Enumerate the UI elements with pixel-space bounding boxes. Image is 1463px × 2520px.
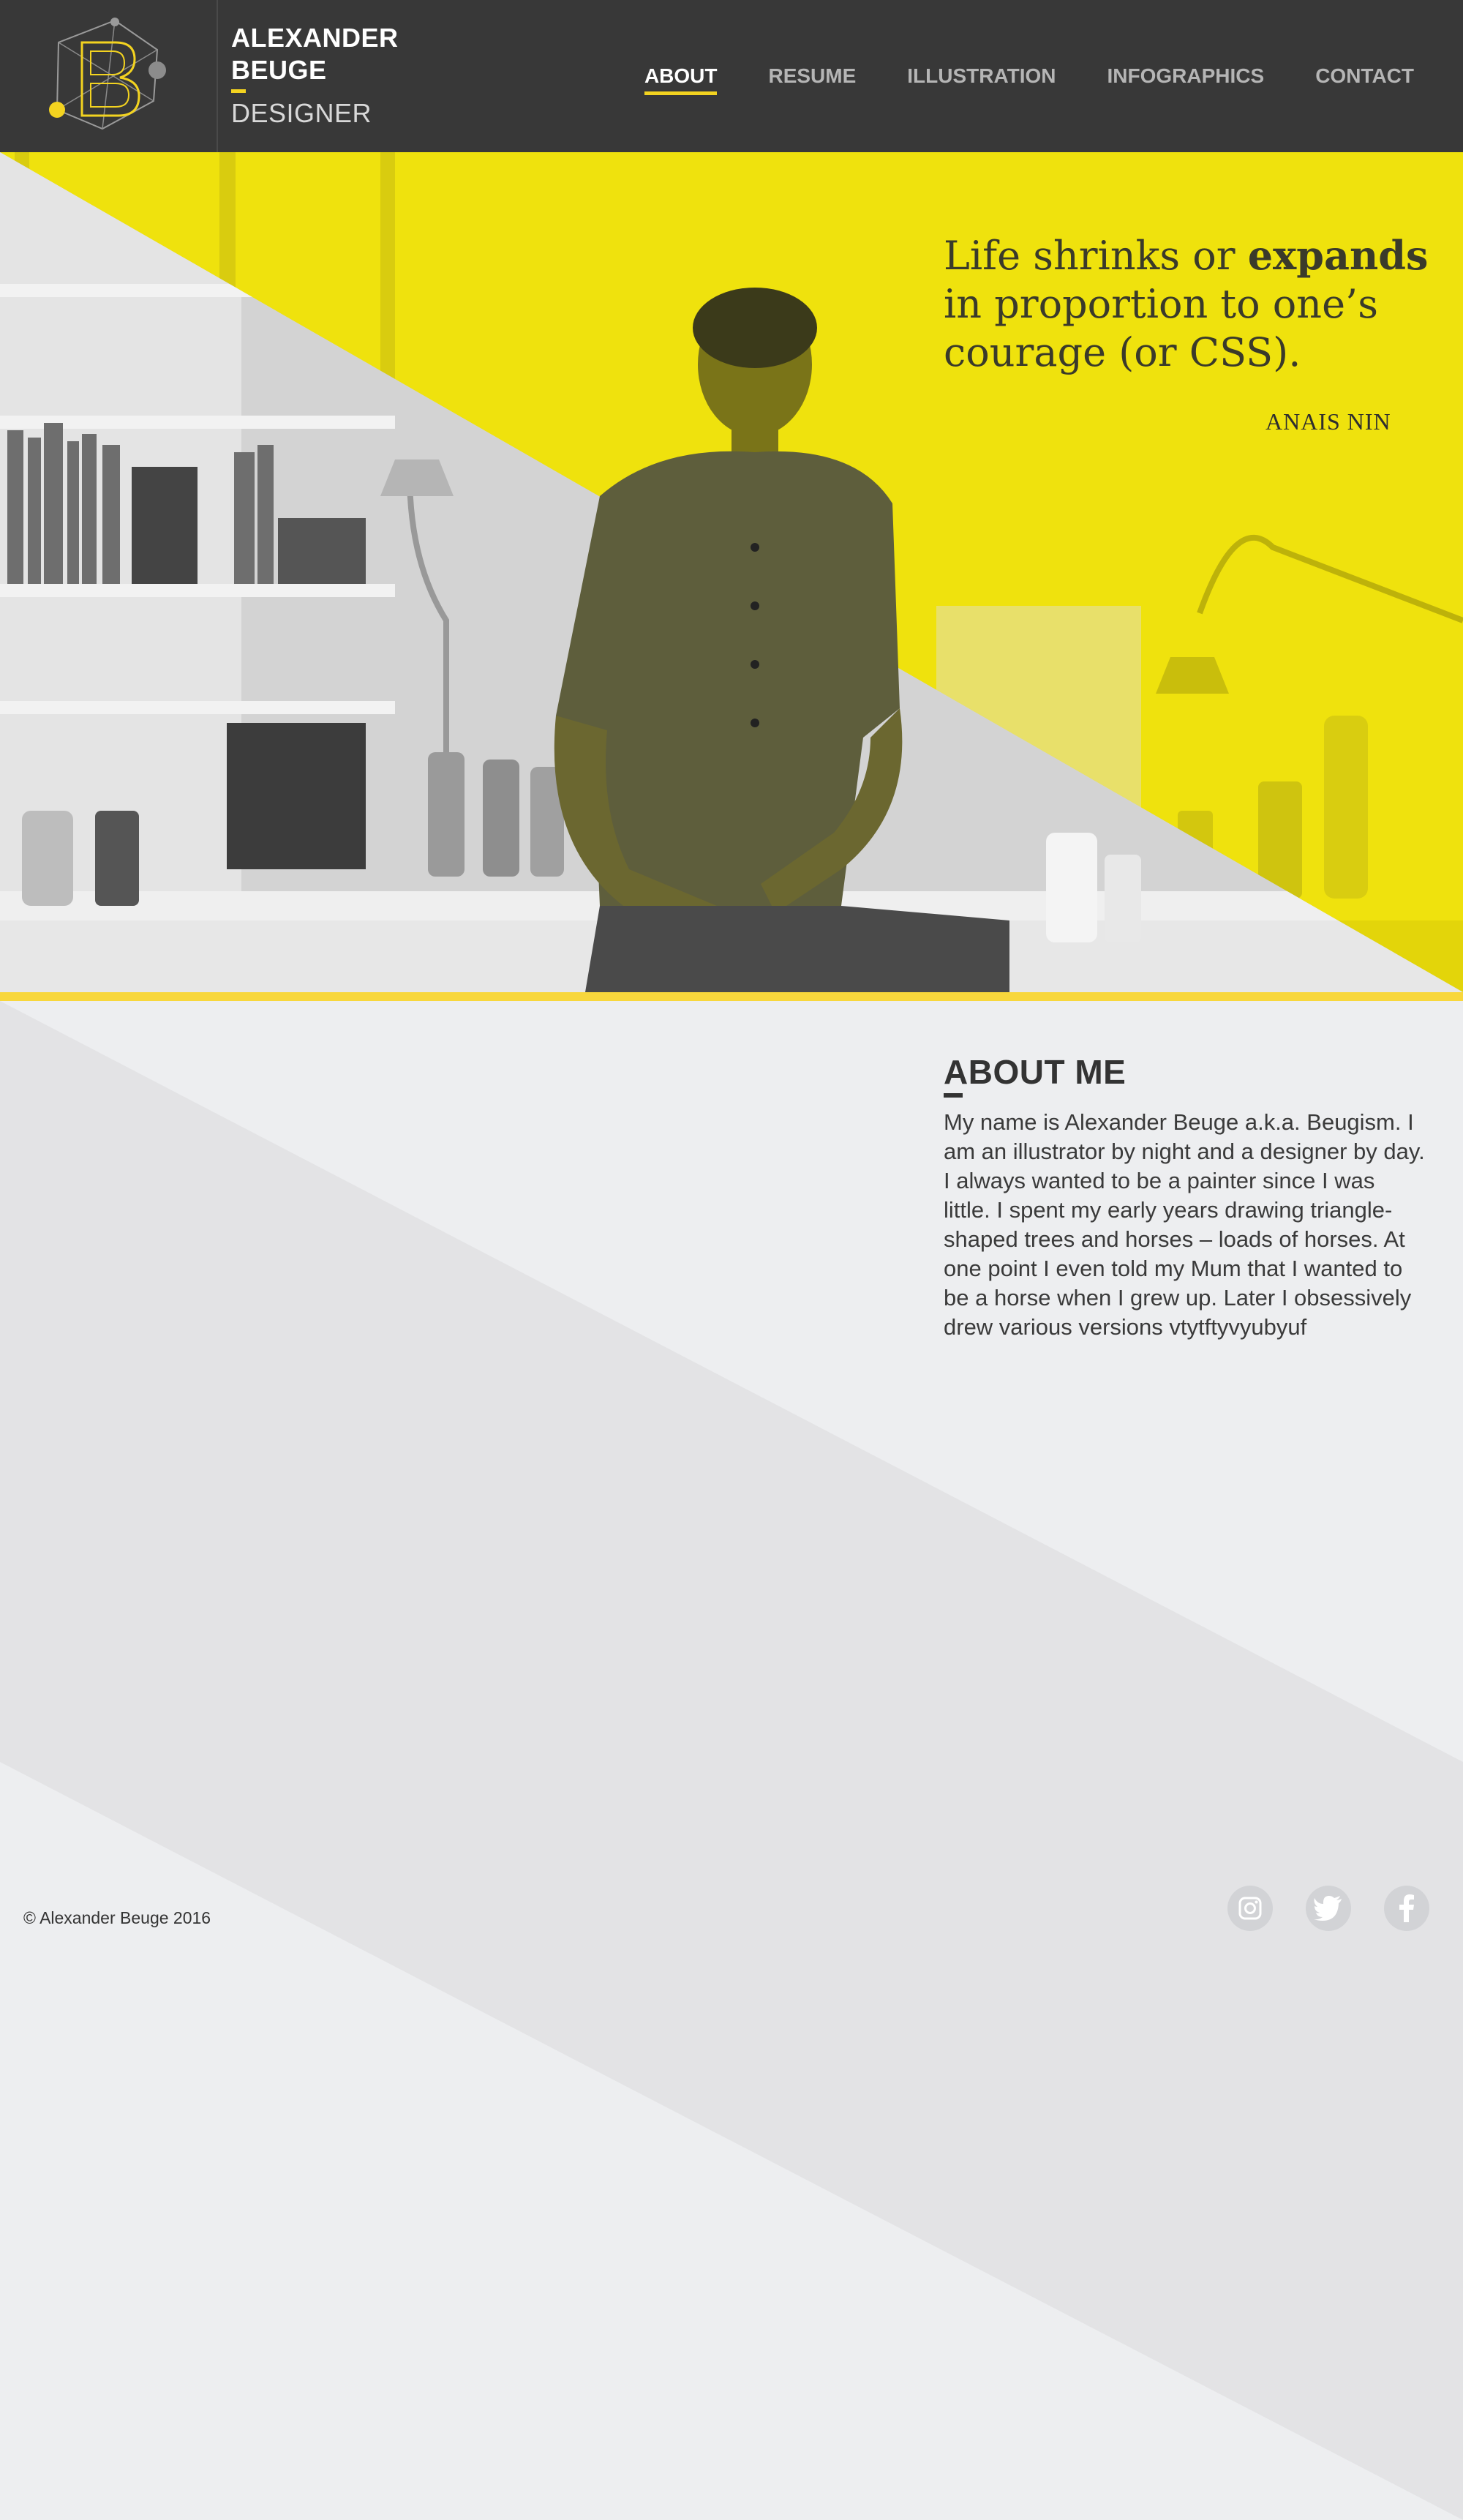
- quote-text-part2: in proportion to one’s courage (or CSS).: [944, 281, 1378, 375]
- quote-author: ANAIS NIN: [1265, 408, 1391, 435]
- nav-resume[interactable]: RESUME: [768, 64, 856, 88]
- nav-contact[interactable]: CONTACT: [1315, 64, 1414, 88]
- brand-accent-dash: [231, 89, 246, 93]
- brand-role: DESIGNER: [231, 98, 372, 128]
- nav-illustration[interactable]: ILLUSTRATION: [907, 64, 1056, 88]
- brand-block: ALEXANDER BEUGE DESIGNER: [231, 22, 494, 128]
- about-title-underline: [944, 1093, 963, 1098]
- main-nav: ABOUT RESUME ILLUSTRATION INFOGRAPHICS C…: [593, 64, 1414, 95]
- geometric-b-logo-icon: [49, 18, 166, 130]
- quote-emphasis: expands: [1247, 232, 1429, 279]
- hero-bottom-stripe: [0, 992, 1463, 1001]
- brand-first-name: ALEXANDER: [231, 23, 399, 53]
- instagram-icon[interactable]: [1227, 1886, 1273, 1931]
- twitter-icon[interactable]: [1306, 1886, 1351, 1931]
- about-section: ABOUT ME My name is Alexander Beuge a.k.…: [944, 1052, 1441, 1342]
- about-title: ABOUT ME: [944, 1053, 1127, 1091]
- brand-last-name: BEUGE: [231, 55, 327, 85]
- facebook-icon[interactable]: [1384, 1886, 1429, 1931]
- about-body: My name is Alexander Beuge a.k.a. Beugis…: [944, 1109, 1425, 1340]
- copyright-text: © Alexander Beuge 2016: [23, 1908, 211, 1927]
- nav-infographics[interactable]: INFOGRAPHICS: [1107, 64, 1265, 88]
- site-header: ALEXANDER BEUGE DESIGNER ABOUT RESUME IL…: [0, 0, 1463, 152]
- hero-quote: Life shrinks or expands in proportion to…: [944, 231, 1441, 377]
- logo[interactable]: [0, 0, 218, 152]
- hero-banner: Life shrinks or expands in proportion to…: [0, 152, 1463, 992]
- quote-text-part1: Life shrinks or: [944, 233, 1248, 279]
- nav-about[interactable]: ABOUT: [644, 64, 717, 95]
